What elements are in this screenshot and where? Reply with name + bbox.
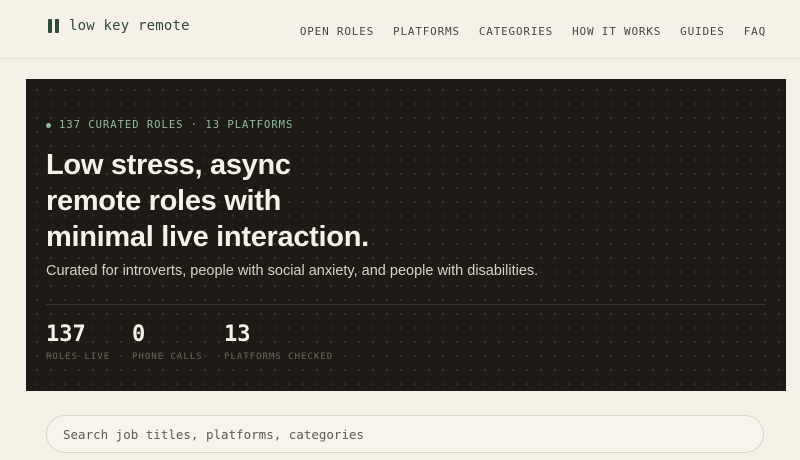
- stat-value: 0: [132, 322, 146, 347]
- hero-eyebrow: 137 CURATED ROLES · 13 PLATFORMS: [46, 119, 293, 131]
- pause-bars-icon: [48, 19, 59, 33]
- headline-line-2: remote roles with: [46, 185, 282, 217]
- stat-roles-live: 137 ROLES LIVE: [46, 322, 132, 362]
- nav-categories[interactable]: CATEGORIES: [479, 25, 553, 38]
- hero-stats: 137 ROLES LIVE 0 PHONE CALLS 13 PLATFORM…: [46, 322, 333, 362]
- hero-divider: [46, 304, 766, 305]
- hero-headline: Low stress, async remote roles with mini…: [46, 147, 606, 255]
- site-header: low key remote OPEN ROLES PLATFORMS CATE…: [0, 0, 800, 58]
- eyebrow-text: 137 CURATED ROLES · 13 PLATFORMS: [59, 119, 294, 131]
- stat-value: 137: [46, 322, 86, 347]
- stat-label: ROLES LIVE: [46, 352, 111, 362]
- stat-phone-calls: 0 PHONE CALLS: [132, 322, 224, 362]
- hero-section: 137 CURATED ROLES · 13 PLATFORMS Low str…: [26, 79, 786, 391]
- stat-platforms-checked: 13 PLATFORMS CHECKED: [224, 322, 333, 362]
- hero-subhead: Curated for introverts, people with soci…: [46, 263, 539, 279]
- nav-how-it-works[interactable]: HOW IT WORKS: [572, 25, 661, 38]
- stat-label: PHONE CALLS: [132, 352, 203, 362]
- stat-value: 13: [224, 322, 251, 347]
- headline-line-1: Low stress, async: [46, 149, 291, 181]
- nav-guides[interactable]: GUIDES: [680, 25, 725, 38]
- header-divider: [0, 58, 800, 59]
- status-dot-icon: [46, 122, 51, 128]
- headline-line-3: minimal live interaction.: [46, 221, 369, 253]
- nav-faq[interactable]: FAQ: [744, 25, 766, 38]
- stat-label: PLATFORMS CHECKED: [224, 352, 334, 362]
- search-box: [46, 415, 764, 453]
- nav-platforms[interactable]: PLATFORMS: [393, 25, 460, 38]
- brand-logo-link[interactable]: low key remote: [48, 16, 190, 36]
- brand-name: low key remote: [69, 18, 190, 34]
- search-input[interactable]: [61, 425, 749, 443]
- main-nav: OPEN ROLES PLATFORMS CATEGORIES HOW IT W…: [300, 25, 766, 38]
- nav-open-roles[interactable]: OPEN ROLES: [300, 25, 374, 38]
